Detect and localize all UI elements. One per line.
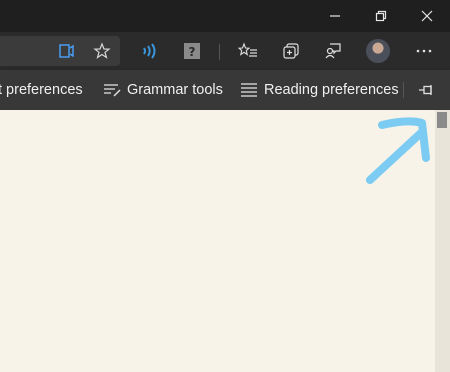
reading-preferences-icon xyxy=(241,83,257,97)
favorites-list-icon xyxy=(238,42,257,57)
read-aloud-button[interactable] xyxy=(133,36,163,66)
read-aloud-icon xyxy=(143,43,156,59)
annotation-arrow xyxy=(366,117,430,184)
favorite-star-icon xyxy=(93,42,111,59)
text-preferences-button[interactable]: t preferences xyxy=(0,70,83,110)
svg-text:?: ? xyxy=(189,45,196,59)
immersive-reader-button[interactable] xyxy=(52,36,82,66)
grammar-tools-button[interactable]: Grammar tools xyxy=(103,70,223,110)
grammar-tools-label: Grammar tools xyxy=(127,82,223,98)
close-button[interactable] xyxy=(404,0,450,32)
text-preferences-label: t preferences xyxy=(0,82,83,98)
reading-preferences-button[interactable]: Reading preferences xyxy=(240,70,399,110)
more-options-icon xyxy=(416,49,432,53)
restore-button[interactable] xyxy=(358,0,404,32)
help-icon: ? xyxy=(184,43,200,59)
favorite-button[interactable] xyxy=(87,36,117,66)
pin-icon xyxy=(419,85,432,95)
grammar-tools-icon xyxy=(104,84,121,97)
restore-icon xyxy=(375,10,387,22)
annotation-arrow-stroke xyxy=(366,128,426,184)
favorites-button[interactable] xyxy=(233,36,263,66)
minimize-button[interactable] xyxy=(312,0,358,32)
more-options-button[interactable] xyxy=(409,36,439,66)
toolbar-separator xyxy=(219,44,220,60)
help-button[interactable]: ? xyxy=(177,36,207,66)
immersive-reader-icon xyxy=(59,44,74,58)
profile-avatar xyxy=(366,39,390,63)
close-icon xyxy=(421,10,433,22)
browser-toolbar: ? xyxy=(0,32,450,70)
pin-button[interactable] xyxy=(418,70,436,110)
title-bar xyxy=(0,0,450,32)
immersive-reader-toolbar: t preferences Grammar tools Reading pref… xyxy=(0,70,450,110)
collections-button[interactable] xyxy=(276,36,306,66)
minimize-icon xyxy=(330,15,340,17)
profile-button[interactable] xyxy=(363,36,393,66)
feedback-button[interactable] xyxy=(318,36,348,66)
reader-bar-separator xyxy=(403,82,404,98)
collections-icon xyxy=(283,43,299,59)
reading-preferences-label: Reading preferences xyxy=(264,82,399,98)
feedback-icon xyxy=(325,43,341,59)
